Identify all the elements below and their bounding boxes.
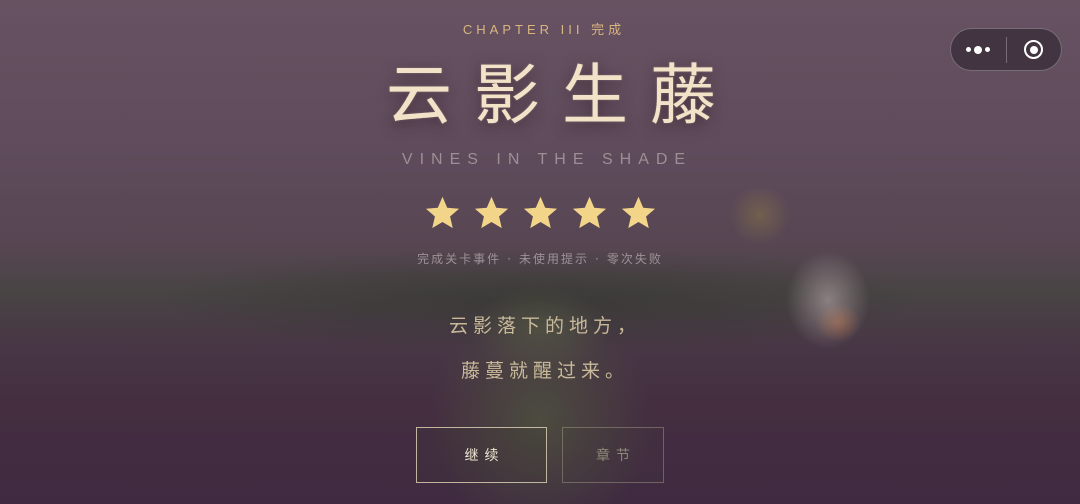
star-filled-icon — [425, 196, 459, 229]
star-filled-icon — [474, 196, 508, 229]
criterion-complete-events: 完成关卡事件 — [417, 252, 502, 266]
poem-line-1: 云影落下的地方， — [448, 315, 641, 337]
star-filled-icon — [621, 196, 655, 229]
star-filled-icon — [572, 196, 606, 229]
star-rating — [0, 194, 1080, 231]
level-title: 云影生藤 — [386, 57, 738, 134]
level-subtitle: VINES IN THE SHADE — [401, 151, 693, 168]
criterion-no-hints: 未使用提示 — [518, 252, 589, 266]
criterion-zero-failures: 零次失败 — [606, 252, 663, 266]
poem-line-2: 藤蔓就醒过来。 — [460, 360, 629, 382]
continue-button[interactable]: 继续 — [416, 427, 547, 483]
chapter-select-button[interactable]: 章节 — [562, 427, 664, 483]
more-dots-icon — [966, 45, 991, 54]
criteria-separator: · — [595, 252, 601, 266]
chapter-label: CHAPTER III 完成 — [462, 22, 626, 37]
star-filled-icon — [523, 196, 557, 229]
rating-criteria: 完成关卡事件 · 未使用提示 · 零次失败 — [0, 250, 1080, 267]
level-complete-screen: CHAPTER III 完成 云影生藤 VINES IN THE SHADE 完… — [0, 0, 1080, 504]
criteria-separator: · — [507, 252, 513, 266]
